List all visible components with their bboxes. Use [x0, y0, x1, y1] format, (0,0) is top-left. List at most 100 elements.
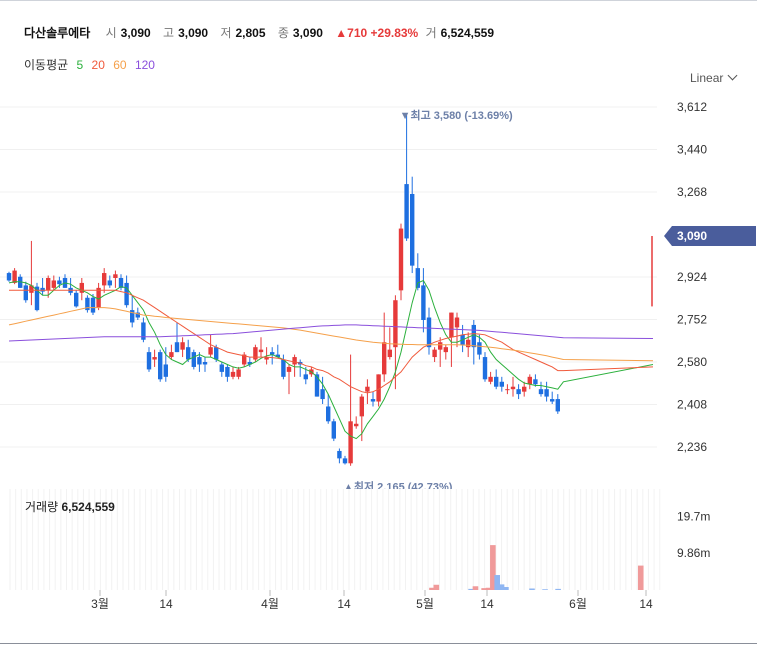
candle-body	[354, 423, 359, 427]
candle-body	[102, 273, 107, 286]
candle-body	[415, 268, 420, 288]
price-axis-tick: 2,580	[677, 355, 707, 369]
candle-body	[113, 274, 118, 278]
x-axis-tick: 14	[480, 597, 494, 611]
candle-body	[219, 364, 224, 372]
candle-body	[225, 366, 230, 377]
candle-body	[74, 292, 79, 307]
price-axis-tick: 2,924	[677, 270, 707, 284]
candle-body	[174, 342, 180, 353]
x-axis-tick: 5월	[416, 597, 434, 611]
candle-body	[527, 376, 532, 385]
candle-body	[6, 273, 12, 281]
candle-body	[482, 357, 488, 380]
x-axis-tick: 14	[337, 597, 351, 611]
candle-body	[146, 352, 152, 370]
candle-body	[331, 421, 336, 439]
candle-body	[107, 280, 112, 286]
candle-body	[494, 376, 499, 387]
candle-body	[359, 396, 364, 417]
price-axis-tick: 3,612	[677, 100, 707, 114]
candle-body	[253, 347, 258, 360]
price-axis-tick: 3,268	[677, 185, 707, 199]
volume-bar	[542, 589, 548, 590]
candle-body	[23, 285, 28, 301]
candle-body	[522, 386, 527, 392]
candle-body	[555, 399, 560, 412]
candle-body	[387, 349, 392, 358]
candle-body	[410, 193, 415, 266]
volume-axis-tick: 19.7m	[677, 509, 710, 523]
candle-body	[158, 352, 163, 380]
candle-body	[510, 386, 516, 390]
candle-body	[180, 342, 185, 350]
candle-body	[186, 347, 191, 360]
candle-body	[426, 317, 432, 348]
ma5-line	[8, 279, 654, 440]
volume-bar	[433, 584, 440, 590]
candle-body	[46, 277, 51, 291]
candle-body	[337, 450, 342, 459]
candle-body	[550, 399, 555, 402]
candle-body	[40, 287, 45, 292]
candle-body	[214, 347, 219, 360]
ma20-line	[9, 289, 654, 394]
candle-body	[169, 352, 174, 358]
x-axis-tick: 6월	[569, 597, 587, 611]
candle-body	[202, 362, 208, 365]
volume-axis-tick: 9.86m	[677, 546, 710, 560]
x-axis-tick: 14	[639, 597, 653, 611]
candle-body	[51, 280, 56, 288]
candle-body	[314, 374, 320, 397]
candle-body	[438, 342, 443, 350]
candle-body	[191, 352, 196, 367]
candle-body	[281, 359, 286, 377]
volume-title: 거래량 6,524,559	[25, 500, 115, 514]
candle-body	[303, 374, 308, 380]
bottom-border	[0, 643, 757, 644]
price-axis-tick: 3,440	[677, 143, 707, 157]
candle-body	[544, 389, 549, 397]
candle-body	[466, 339, 471, 348]
candle-body	[370, 399, 376, 402]
candle-body	[197, 357, 202, 365]
candle-body	[454, 317, 460, 328]
x-axis-tick: 14	[159, 597, 173, 611]
volume-bar	[503, 587, 509, 590]
candle-body	[432, 349, 437, 358]
candle-body	[230, 371, 236, 377]
candle-body	[505, 389, 510, 391]
candle-body	[320, 389, 325, 400]
candle-body	[533, 379, 538, 385]
candle-body	[57, 280, 62, 285]
candle-body	[393, 300, 398, 348]
candle-body	[499, 381, 504, 387]
current-price-label: 3,090	[677, 229, 707, 243]
high-marker: ▼최고 3,580 (-13.69%)	[400, 108, 513, 122]
candle-body	[292, 357, 297, 365]
candle-body	[398, 228, 404, 291]
candle-body	[365, 386, 370, 392]
candle-body	[124, 282, 129, 306]
candle-body	[538, 389, 544, 395]
ma120-line	[8, 324, 654, 342]
candle-body	[342, 458, 348, 464]
candle-body	[516, 389, 521, 395]
candle-body	[286, 366, 292, 372]
candle-body	[208, 347, 213, 355]
candle-body	[443, 347, 448, 353]
volume-bar	[555, 588, 561, 590]
candle-body	[348, 421, 353, 464]
volume-bar	[529, 588, 535, 590]
stock-chart[interactable]: 3,612 3,440 3,268 2,924 2,752 2,580 2,408 2,236…	[0, 0, 763, 648]
candle-body	[421, 285, 426, 320]
candle-body	[404, 184, 409, 239]
candle-body	[12, 270, 17, 283]
candle-body	[471, 324, 476, 348]
candle-body	[236, 369, 241, 377]
candle-body	[163, 364, 168, 377]
ma60-line	[8, 307, 654, 362]
price-axis-tick: 2,236	[677, 440, 707, 454]
candle-body	[382, 342, 387, 375]
candle-body	[258, 349, 264, 353]
